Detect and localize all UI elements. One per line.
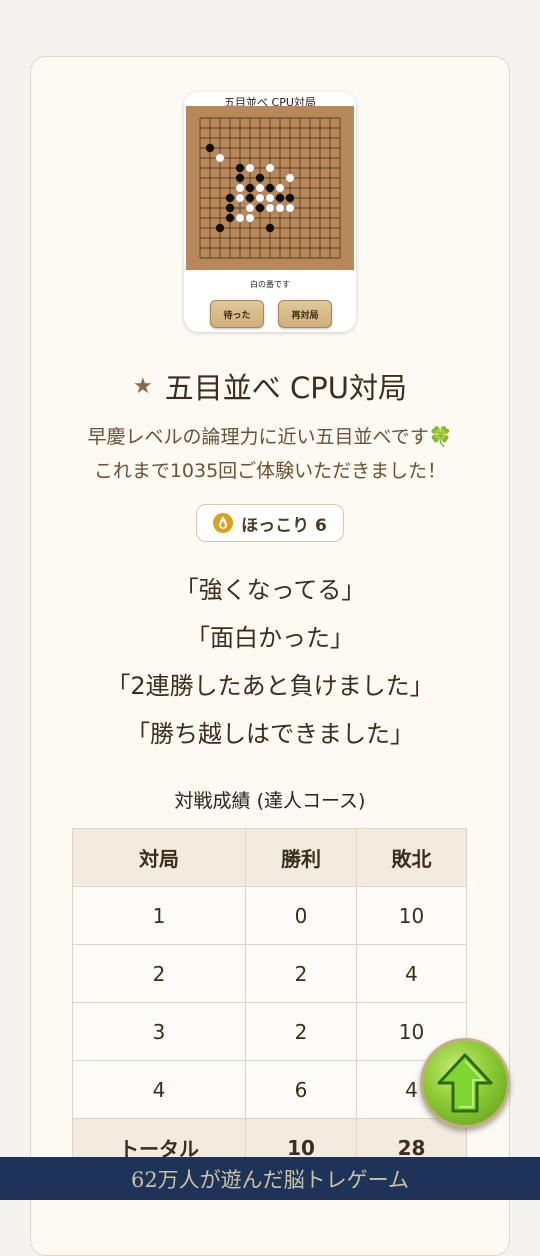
review-quote: 「面白かった」 (186, 624, 354, 652)
table-cell: 4 (72, 1060, 246, 1119)
table-row: 3 2 10 (72, 1002, 467, 1061)
white-stone (265, 193, 275, 203)
black-stone (225, 213, 235, 223)
review-quote: 「強くなってる」 (174, 576, 366, 604)
scroll-top-button[interactable] (420, 1038, 510, 1128)
white-stone (285, 173, 295, 183)
review-quote: 「勝ち越しはできました」 (126, 720, 414, 748)
black-stone (225, 193, 235, 203)
column-header: 勝利 (245, 828, 357, 887)
black-stone (235, 173, 245, 183)
table-cell: 4 (356, 944, 467, 1003)
table-cell: 3 (72, 1002, 246, 1061)
table-header-row: 対局 勝利 敗北 (72, 828, 467, 887)
table-row: 1 0 10 (72, 886, 467, 945)
white-stone (285, 203, 295, 213)
hokkori-badge[interactable]: ほっこり 6 (196, 504, 344, 542)
badge-label: ほっこり 6 (241, 515, 327, 536)
white-stone (265, 163, 275, 173)
page-title-text: 五目並べ CPU対局 (164, 371, 407, 405)
black-stone (235, 163, 245, 173)
white-stone (235, 213, 245, 223)
table-cell: 10 (356, 886, 467, 945)
up-arrow-icon (437, 1053, 493, 1113)
table-row: 2 2 4 (72, 944, 467, 1003)
white-stone (255, 193, 265, 203)
turn-status: 白の番です (250, 280, 290, 289)
black-stone (275, 193, 285, 203)
white-stone (245, 163, 255, 173)
review-quote: 「2連勝したあと負けました」 (106, 672, 434, 700)
black-stone (255, 173, 265, 183)
undo-button[interactable]: 待った (210, 300, 264, 328)
white-stone (215, 153, 225, 163)
white-stone (235, 193, 245, 203)
page-title: ★ 五目並べ CPU対局 (0, 366, 540, 406)
black-stone (265, 183, 275, 193)
white-stone (245, 203, 255, 213)
table-cell: 1 (72, 886, 246, 945)
black-stone (285, 193, 295, 203)
footer-banner[interactable]: 62万人が遊んだ脳トレゲーム (0, 1157, 540, 1200)
black-stone (255, 203, 265, 213)
black-stone (225, 203, 235, 213)
description-line-1: 早慶レベルの論理力に近い五目並べです🍀 (87, 426, 453, 448)
table-cell: 2 (245, 944, 357, 1003)
gomoku-board[interactable] (186, 106, 354, 270)
white-stone (245, 213, 255, 223)
white-stone (265, 203, 275, 213)
black-stone (245, 183, 255, 193)
game-preview[interactable]: 五目並べ CPU対局 白の番です 待った 再対局 (184, 92, 356, 332)
replay-button[interactable]: 再対局 (278, 300, 332, 328)
table-row: 4 6 4 (72, 1060, 467, 1119)
table-cell: 0 (245, 886, 357, 945)
black-stone (245, 193, 255, 203)
stats-heading: 対戦成績 (達人コース) (174, 790, 366, 812)
drop-icon (213, 512, 234, 534)
footer-text: 62万人が遊んだ脳トレゲーム (130, 1167, 410, 1192)
white-stone (255, 183, 265, 193)
stats-table: 対局 勝利 敗北 1 0 10 2 2 4 3 2 10 4 6 4 トータル … (72, 828, 467, 1177)
white-stone (275, 203, 285, 213)
white-stone (235, 183, 245, 193)
white-stone (275, 183, 285, 193)
black-stone (265, 223, 275, 233)
column-header: 対局 (72, 828, 246, 887)
table-cell: 2 (245, 1002, 357, 1061)
black-stone (205, 143, 215, 153)
table-cell: 2 (72, 944, 246, 1003)
star-icon: ★ (133, 373, 153, 399)
table-cell: 6 (245, 1060, 357, 1119)
description-line-2: これまで1035回ご体験いただきました！ (93, 460, 447, 482)
column-header: 敗北 (356, 828, 467, 887)
black-stone (215, 223, 225, 233)
